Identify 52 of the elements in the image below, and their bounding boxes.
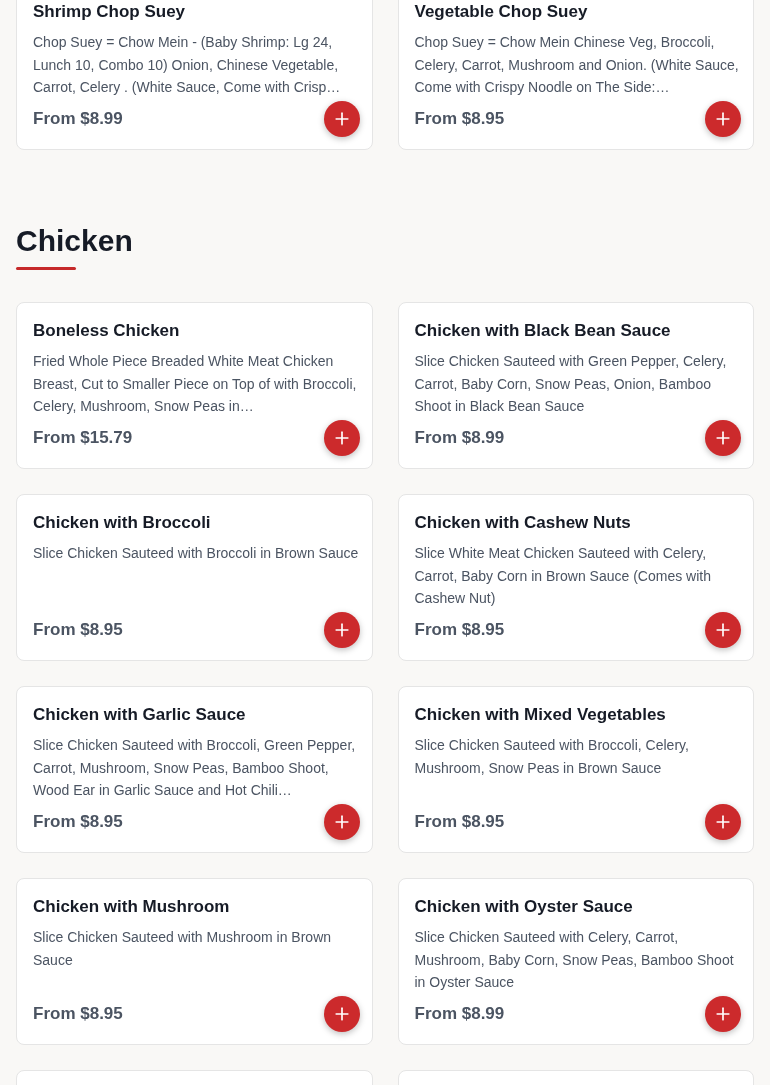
menu-card[interactable]: Boneless Chicken Fried Whole Piece Breaded White Meat Chicken Breast, Cut to Smaller Piece on Top of with Broccoli, Celery, Mushroom, Snow Peas in… From $15.79 xyxy=(16,302,373,469)
price: From $8.95 xyxy=(33,619,123,642)
dish-name: Chicken with Garlic Sauce xyxy=(33,704,247,726)
price: From $8.95 xyxy=(33,811,123,834)
dish-name: Chicken with Broccoli xyxy=(33,512,212,534)
menu-card[interactable]: Chicken with Mixed Vegetables Slice Chicken Sauteed with Broccoli, Celery, Mushroom, Snow Peas in Brown Sauce From $8.95 xyxy=(397,686,754,853)
dish-name: Chicken with Mushroom xyxy=(33,896,231,918)
add-button[interactable] xyxy=(323,996,360,1032)
add-button[interactable] xyxy=(323,612,360,648)
price: From $8.99 xyxy=(414,427,505,450)
dish-name: Vegetable Chop Suey xyxy=(414,1,589,23)
menu-card[interactable]: Chicken with Broccoli Slice Chicken Sauteed with Broccoli in Brown Sauce From $8.95 xyxy=(16,494,373,661)
dish-name: Chicken with Black Bean Sauce xyxy=(414,320,672,342)
price: From $8.95 xyxy=(414,108,505,131)
menu-card[interactable]: Chicken with Oyster Sauce Slice Chicken Sauteed with Celery, Carrot, Mushroom, Baby Corn, Snow Peas, Bamboo Shoot in Oyster Sauce From $8.99 xyxy=(397,878,754,1045)
add-button[interactable] xyxy=(705,804,741,840)
add-button[interactable] xyxy=(705,101,741,137)
dish-name: Shrimp Chop Suey xyxy=(33,1,187,23)
menu-card[interactable]: Chicken with Garlic Sauce Slice Chicken Sauteed with Broccoli, Green Pepper, Carrot, Mushroom, Snow Peas, Bamboo Shoot, Wood Ear in Garlic Sauce and Hot Chili… From $8.95 xyxy=(16,686,373,853)
price: From $8.95 xyxy=(414,619,505,642)
dish-description: Slice Chicken Sauteed with Mushroom in Brown Sauce xyxy=(33,928,333,970)
price: From $8.99 xyxy=(33,108,123,131)
add-button[interactable] xyxy=(705,420,741,456)
menu-card[interactable]: Shrimp Chop Suey Chop Suey = Chow Mein - (Baby Shrimp: Lg 24, Lunch 10, Combo 10) Onion, Chinese Vegetable, Carrot, Celery . (White Sauce, Come with Crisp… From $8.99 xyxy=(16,0,373,150)
menu-card[interactable]: Chicken with Mushroom Slice Chicken Sauteed with Mushroom in Brown Sauce From $8.95 xyxy=(16,878,373,1045)
menu-card[interactable]: Vegetable Chop Suey Chop Suey = Chow Mein Chinese Veg, Broccoli, Celery, Carrot, Mushroom and Onion. (White Sauce, Come with Crispy Noodle on The Side:… From $8.95 xyxy=(397,0,754,150)
price: From $8.99 xyxy=(414,1003,505,1026)
menu-card[interactable]: Chicken with Black Bean Sauce Slice Chicken Sauteed with Green Pepper, Celery, Carrot, Baby Corn, Snow Peas, Onion, Bamboo Shoot in Black Bean Sauce From $8.99 xyxy=(397,302,754,469)
dish-description: Slice Chicken Sauteed with Broccoli, Celery, Mushroom, Snow Peas in Brown Sauce xyxy=(414,736,690,778)
add-button[interactable] xyxy=(323,804,360,840)
dish-description: Slice White Meat Chicken Sauteed with Celery, Carrot, Baby Corn in Brown Sauce (Comes with Cashew Nut) xyxy=(414,544,712,608)
dish-description: Chop Suey = Chow Mein Chinese Veg, Broccoli, Celery, Carrot, Mushroom and Onion. (White Sauce, Come with Crispy Noodle on The Side:… xyxy=(414,33,740,97)
price: From $15.79 xyxy=(33,427,133,450)
heading-underline xyxy=(16,267,76,270)
add-button[interactable] xyxy=(323,420,360,456)
menu-card[interactable]: Chicken with Cashew Nuts Slice White Meat Chicken Sauteed with Celery, Carrot, Baby Corn in Brown Sauce (Comes with Cashew Nut) From $8.95 xyxy=(397,494,754,661)
price: From $8.95 xyxy=(414,811,505,834)
dish-name: Boneless Chicken xyxy=(33,320,181,342)
dish-name: Chicken with Cashew Nuts xyxy=(414,512,632,534)
add-button[interactable] xyxy=(705,996,741,1032)
add-button[interactable] xyxy=(323,101,360,137)
dish-description: Slice Chicken Sauteed with Broccoli, Green Pepper, Carrot, Mushroom, Snow Peas, Bamboo Shoot, Wood Ear in Garlic Sauce and Hot Chili… xyxy=(33,736,357,800)
dish-name: Chicken with Oyster Sauce xyxy=(414,896,634,918)
add-button[interactable] xyxy=(705,612,741,648)
price: From $8.95 xyxy=(33,1003,123,1026)
dish-description: Slice Chicken Sauteed with Celery, Carrot, Mushroom, Baby Corn, Snow Peas, Bamboo Shoot in Oyster Sauce xyxy=(414,928,735,992)
dish-description: Chop Suey = Chow Mein - (Baby Shrimp: Lg 24, Lunch 10, Combo 10) Onion, Chinese Vegetable, Carrot, Celery . (White Sauce, Come with Crisp… xyxy=(33,33,342,97)
dish-description: Slice Chicken Sauteed with Broccoli in Brown Sauce xyxy=(33,544,360,563)
dish-description: Slice Chicken Sauteed with Green Pepper, Celery, Carrot, Baby Corn, Snow Peas, Onion, Bamboo Shoot in Black Bean Sauce xyxy=(414,352,728,416)
dish-name: Chicken with Mixed Vegetables xyxy=(414,704,667,726)
section-heading: Chicken xyxy=(16,223,134,259)
dish-description: Fried Whole Piece Breaded White Meat Chicken Breast, Cut to Smaller Piece on Top of with Broccoli, Celery, Mushroom, Snow Peas in… xyxy=(33,352,358,416)
